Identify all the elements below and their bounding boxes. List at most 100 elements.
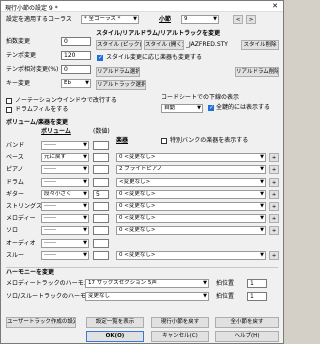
volume-number-input[interactable] [93, 153, 109, 162]
always-show-checkbox[interactable] [208, 104, 214, 111]
chevron-down-icon: ▼ [85, 80, 89, 86]
title-bar: 現行小節の設定 9 * ✕ [1, 1, 283, 12]
measure-select[interactable]: 9 ▼ [181, 15, 219, 24]
prev-measure-button[interactable]: < [233, 15, 243, 24]
add-instrument-button[interactable]: + [269, 251, 279, 260]
tempo-relative-input[interactable]: 0 [61, 65, 91, 74]
volume-select-value: 段々小さく [44, 191, 72, 197]
instrument-select[interactable]: 0 <変更なし> ▼ [116, 214, 266, 223]
special-bank-label: 特別バンクの楽器を表示する [170, 137, 249, 144]
instrument-select[interactable]: 0 <変更なし> ▼ [116, 202, 266, 211]
chevron-down-icon: ▼ [260, 215, 264, 221]
add-instrument-button[interactable]: + [269, 190, 279, 199]
auto-instrument-checkbox[interactable] [97, 54, 103, 61]
user-track-settings-button[interactable]: ユーザートラック作成の設定 [6, 317, 76, 328]
instrument-select-value: 0 <変更なし> [119, 227, 156, 233]
instrument-select-value: <変更なし> [119, 179, 151, 185]
tempo-relative-label: テンポ相対変更(%) [6, 66, 59, 73]
close-icon[interactable]: ✕ [272, 2, 278, 10]
volume-select[interactable]: 段々小さく ▼ [41, 190, 89, 199]
volume-number-input[interactable] [93, 251, 109, 260]
volume-select[interactable]: 元に戻す ▼ [41, 153, 89, 162]
volume-number-input[interactable] [93, 141, 109, 150]
chevron-down-icon: ▼ [203, 280, 207, 286]
volume-select[interactable]: ------ ▼ [41, 178, 89, 187]
volume-number-input[interactable] [93, 202, 109, 211]
volume-section-heading: ボリューム/楽器を変更 [6, 119, 69, 126]
volume-select[interactable]: ------ ▼ [41, 214, 89, 223]
instrument-select-value: 0 <変更なし> [119, 154, 156, 160]
solo-degree-label: 拍位置 [216, 293, 235, 300]
volume-number-input[interactable] [93, 165, 109, 174]
chevron-down-icon: ▼ [260, 227, 264, 233]
chevron-down-icon: ▼ [260, 166, 264, 172]
melody-degree-input[interactable]: 1 [247, 279, 267, 288]
instrument-select-value: 2 ブライトピアノ [119, 166, 163, 172]
volume-select[interactable]: ------ ▼ [41, 165, 89, 174]
ok-button[interactable]: OK(O) [86, 331, 144, 342]
realdrum-select-button[interactable]: リアルドラム選択 [96, 67, 140, 77]
volume-select[interactable]: ------ ▼ [41, 226, 89, 235]
chevron-down-icon: ▼ [83, 240, 87, 246]
solo-harmony-select[interactable]: 変更なし ▼ [85, 292, 209, 301]
measure-label: 小節 [159, 16, 172, 23]
volume-select[interactable]: ------ ▼ [41, 202, 89, 211]
tempo-input[interactable]: 120 [61, 51, 91, 60]
style-section-heading: スタイル/リアルドラム/リアルトラックを変更 [96, 30, 221, 37]
key-select[interactable]: Eb ▼ [61, 79, 91, 88]
chevron-down-icon: ▼ [83, 154, 87, 160]
help-button[interactable]: ヘルプ(H) [215, 331, 279, 342]
instrument-select[interactable]: 0 <変更なし> ▼ [116, 153, 266, 162]
reset-all-button[interactable]: 全小節を戻す [215, 317, 279, 328]
instrument-select-value: 0 <変更なし> [119, 203, 156, 209]
volume-select[interactable]: ------ ▼ [41, 239, 89, 248]
style-delete-button[interactable]: スタイル削除 [241, 40, 279, 50]
chorus-select[interactable]: * 全コーラス * ▼ [81, 15, 139, 24]
add-instrument-button[interactable]: + [269, 178, 279, 187]
instrument-select-value: 0 <変更なし> [119, 191, 156, 197]
chevron-down-icon: ▼ [260, 252, 264, 258]
volume-number-input[interactable] [93, 239, 109, 248]
volume-select[interactable]: ------ ▼ [41, 141, 89, 150]
tempo-label: テンポ変更 [6, 52, 37, 59]
chevron-down-icon: ▼ [83, 227, 87, 233]
realdrum-delete-button[interactable]: リアルドラム削除 [235, 67, 279, 77]
drum-fill-checkbox[interactable] [6, 107, 12, 113]
instrument-select[interactable]: 0 <変更なし> ▼ [116, 190, 266, 199]
instrument-select[interactable]: 0 <変更なし> ▼ [116, 251, 266, 260]
volume-number-input[interactable]: 5 [93, 190, 109, 199]
volume-number-input[interactable] [93, 214, 109, 223]
instrument-select[interactable]: 0 <変更なし> ▼ [116, 226, 266, 235]
melody-harmony-label: メロディートラックのハーモニー [6, 280, 96, 287]
add-instrument-button[interactable]: + [269, 226, 279, 235]
reset-current-button[interactable]: 現行小節を戻す [151, 317, 209, 328]
part-label: ストリングス [6, 203, 43, 210]
style-pick-button[interactable]: スタイル (ピック) [96, 40, 142, 50]
chord-sheet-select[interactable]: 自動 ▼ [161, 104, 203, 113]
next-measure-button[interactable]: > [246, 15, 256, 24]
show-settings-button[interactable]: 設定一覧を表示 [86, 317, 144, 328]
special-bank-checkbox[interactable] [161, 138, 167, 144]
instrument-select[interactable]: 2 ブライトピアノ ▼ [116, 165, 266, 174]
add-instrument-button[interactable]: + [269, 165, 279, 174]
beats-input[interactable]: 0 [61, 37, 91, 46]
add-instrument-button[interactable]: + [269, 214, 279, 223]
notation-wrap-label: ノーテーションウインドウで改行する [15, 97, 117, 104]
add-instrument-button[interactable]: + [269, 153, 279, 162]
part-label: ソロ [6, 227, 19, 234]
notation-wrap-checkbox[interactable] [6, 98, 12, 104]
cancel-button[interactable]: キャンセル(C) [151, 331, 209, 342]
solo-degree-input[interactable]: 1 [247, 292, 267, 301]
window-title: 現行小節の設定 9 * [5, 5, 58, 12]
add-instrument-button[interactable]: + [269, 202, 279, 211]
drum-fill-label: ドラムフィルをする [15, 106, 69, 113]
chorus-select-value: * 全コーラス * [84, 16, 121, 22]
style-open-button[interactable]: スタイル (開く) [144, 40, 184, 50]
volume-number-input[interactable] [93, 178, 109, 187]
volume-number-input[interactable] [93, 226, 109, 235]
realtrack-select-button[interactable]: リアルトラック選択 [96, 80, 146, 90]
melody-harmony-value: 17 サックスセクション 5声 [88, 280, 157, 286]
instrument-select[interactable]: <変更なし> ▼ [116, 178, 266, 187]
volume-select[interactable]: ------ ▼ [41, 251, 89, 260]
melody-harmony-select[interactable]: 17 サックスセクション 5声 ▼ [85, 279, 209, 288]
